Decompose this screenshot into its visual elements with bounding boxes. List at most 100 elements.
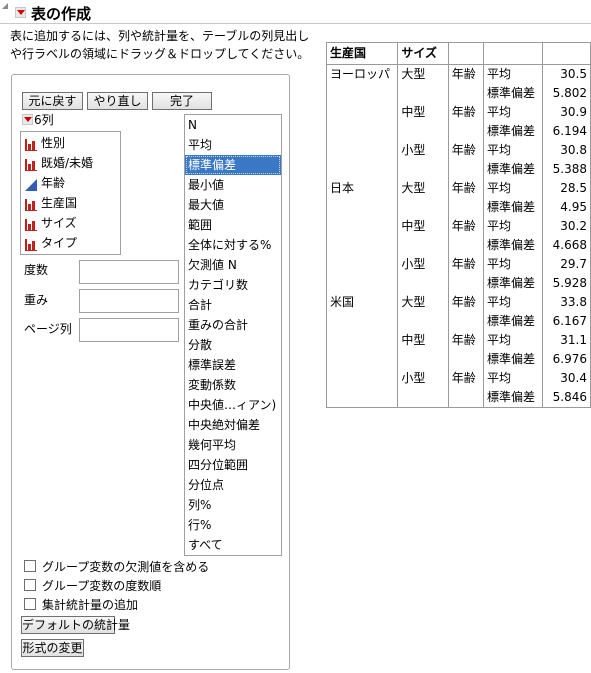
- checkbox[interactable]: [24, 560, 36, 572]
- table-cell: 30.9: [542, 103, 591, 122]
- statistic-item[interactable]: 合計: [185, 295, 281, 315]
- title-divider: [0, 23, 591, 24]
- table-cell: 日本: [325, 179, 399, 198]
- table-cell: [397, 160, 449, 179]
- table-cell: [325, 103, 399, 122]
- page-column-drop-zone[interactable]: [79, 318, 179, 342]
- freq-drop-zone[interactable]: [79, 260, 179, 284]
- redo-button[interactable]: やり直し: [87, 92, 148, 110]
- outline-collapse-icon[interactable]: [2, 3, 8, 9]
- statistic-item[interactable]: 平均: [185, 135, 281, 155]
- table-cell: 中型: [397, 331, 449, 350]
- table-row: 標準偏差 5.802: [325, 84, 591, 103]
- statistic-item[interactable]: 範囲: [185, 215, 281, 235]
- weight-drop-zone[interactable]: [79, 289, 179, 313]
- table-cell: [325, 312, 399, 331]
- table-cell: 大型: [397, 293, 449, 312]
- checkbox-label: グループ変数の欠測値を含める: [42, 560, 210, 574]
- checkbox[interactable]: [24, 598, 36, 610]
- statistic-item[interactable]: 欠測値 N: [185, 255, 281, 275]
- table-cell: [447, 198, 485, 217]
- tabulate-table: 生産国 サイズ ヨーロッパ 大型 年齢 平均 30.5 標準偏差 5.802 中型 年齢 平均 30.…: [325, 42, 591, 408]
- table-cell: [397, 122, 449, 141]
- statistic-item[interactable]: 最小値: [185, 175, 281, 195]
- table-cell: 31.1: [542, 331, 591, 350]
- table-cell: 平均: [482, 141, 544, 160]
- table-cell: [325, 198, 399, 217]
- statistic-item[interactable]: 全体に対する%: [185, 235, 281, 255]
- table-cell: [397, 236, 449, 255]
- statistic-item[interactable]: 幾何平均: [185, 435, 281, 455]
- statistic-item[interactable]: N: [185, 115, 281, 135]
- checkbox-label: 集計統計量の追加: [42, 598, 139, 612]
- table-row: 標準偏差 6.194: [325, 122, 591, 141]
- nominal-icon: [25, 237, 37, 251]
- statistic-item[interactable]: 分散: [185, 335, 281, 355]
- checkbox[interactable]: [24, 579, 36, 591]
- table-header-cell[interactable]: 生産国: [325, 42, 399, 65]
- table-cell: 30.5: [542, 64, 591, 84]
- column-item-label: サイズ: [41, 216, 77, 230]
- table-cell: 6.976: [542, 350, 591, 369]
- table-cell: [397, 312, 449, 331]
- checkbox-label: グループ変数の度数順: [42, 579, 162, 593]
- statistic-item[interactable]: 重みの合計: [185, 315, 281, 335]
- table-cell: [325, 350, 399, 369]
- table-cell: 年齢: [447, 293, 485, 312]
- nominal-icon: [25, 137, 37, 151]
- table-cell: 4.95: [542, 198, 591, 217]
- table-cell: [397, 274, 449, 293]
- table-cell: 年齢: [447, 255, 485, 274]
- statistic-item[interactable]: 列%: [185, 495, 281, 515]
- table-cell: [397, 350, 449, 369]
- table-row: 標準偏差 4.95: [325, 198, 591, 217]
- table-header-cell[interactable]: [447, 42, 485, 65]
- statistic-item[interactable]: 中央絶対偏差: [185, 415, 281, 435]
- table-header-cell[interactable]: サイズ: [397, 42, 449, 65]
- table-row: 標準偏差 4.668: [325, 236, 591, 255]
- statistic-item[interactable]: 最大値: [185, 195, 281, 215]
- done-button[interactable]: 完了: [152, 92, 212, 110]
- statistic-item[interactable]: カテゴリ数: [185, 275, 281, 295]
- table-cell: 小型: [397, 369, 449, 388]
- statistic-item[interactable]: 標準誤差: [185, 355, 281, 375]
- table-cell: 標準偏差: [482, 312, 544, 331]
- default-statistics-button[interactable]: デフォルトの統計量: [21, 616, 130, 634]
- table-cell: 5.928: [542, 274, 591, 293]
- table-row: 中型 年齢 平均 31.1: [325, 331, 591, 350]
- table-cell: 大型: [397, 179, 449, 198]
- statistic-item[interactable]: すべて: [185, 535, 281, 555]
- change-format-button[interactable]: 形式の変更: [21, 639, 84, 657]
- table-row: 米国 大型 年齢 平均 33.8: [325, 293, 591, 312]
- statistic-item[interactable]: 標準偏差: [185, 155, 281, 175]
- table-cell: 年齢: [447, 103, 485, 122]
- table-cell: 30.2: [542, 217, 591, 236]
- table-cell: 平均: [482, 64, 544, 84]
- undo-button[interactable]: 元に戻す: [22, 92, 83, 110]
- statistic-item[interactable]: 行%: [185, 515, 281, 535]
- freq-label: 度数: [24, 263, 49, 277]
- statistics-list[interactable]: N 平均 標準偏差 最小値 最大値 範囲 全体に対する% 欠測値 N カテゴリ数 合計 重みの合計分…: [184, 114, 282, 556]
- column-list[interactable]: 性別 既婚/未婚 年齢 生産国 サイズ タイプ: [20, 131, 121, 255]
- statistic-item[interactable]: 中央値…ィアン): [185, 395, 281, 415]
- table-header-cell[interactable]: [542, 42, 591, 65]
- table-row: 中型 年齢 平均 30.2: [325, 217, 591, 236]
- table-cell: 標準偏差: [482, 350, 544, 369]
- table-cell: 標準偏差: [482, 388, 544, 408]
- red-triangle-menu-icon[interactable]: [15, 7, 26, 18]
- table-row: ヨーロッパ 大型 年齢 平均 30.5: [325, 64, 591, 84]
- table-row: 標準偏差 5.846: [325, 388, 591, 408]
- table-cell: 中型: [397, 217, 449, 236]
- columns-menu-icon[interactable]: [22, 114, 33, 125]
- table-cell: 中型: [397, 103, 449, 122]
- statistic-item[interactable]: 分位点: [185, 475, 281, 495]
- statistic-item[interactable]: 四分位範囲: [185, 455, 281, 475]
- table-cell: 平均: [482, 293, 544, 312]
- table-cell: [447, 312, 485, 331]
- table-row: 小型 年齢 平均 30.8: [325, 141, 591, 160]
- table-cell: [447, 84, 485, 103]
- statistic-item[interactable]: 変動係数: [185, 375, 281, 395]
- table-header-cell[interactable]: [482, 42, 544, 65]
- weight-label: 重み: [24, 293, 49, 307]
- table-cell: 年齢: [447, 217, 485, 236]
